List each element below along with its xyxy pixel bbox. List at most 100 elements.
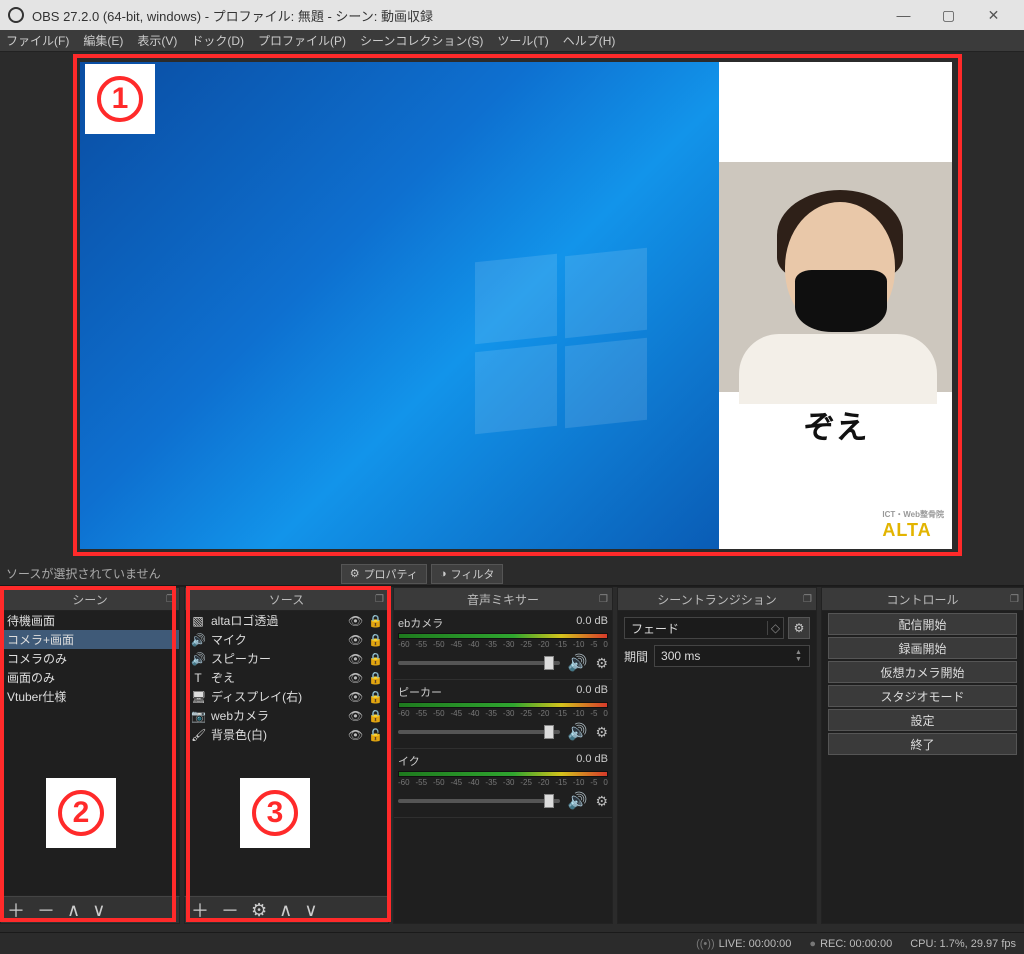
source-item[interactable]: 🔊スピーカー👁🔒	[185, 649, 388, 668]
menu-file[interactable]: ファイル(F)	[6, 32, 69, 49]
menu-profile[interactable]: プロファイル(P)	[258, 32, 346, 49]
speaker-icon[interactable]: 🔊	[568, 791, 588, 811]
controls-dock: コントロール❐ 配信開始 録画開始 仮想カメラ開始 スタジオモード 設定 終了	[821, 587, 1024, 924]
transition-settings-button[interactable]: ⚙	[788, 617, 810, 639]
controls-dock-title[interactable]: コントロール❐	[821, 587, 1024, 611]
popout-icon[interactable]: ❐	[803, 594, 812, 605]
sources-list[interactable]: ▧altaロゴ透過👁🔒🔊マイク👁🔒🔊スピーカー👁🔒Tぞえ👁🔒🖥ディスプレイ(右)…	[184, 611, 389, 896]
menu-view[interactable]: 表示(V)	[137, 32, 177, 49]
source-item[interactable]: 🖌背景色(白)👁🔓	[185, 725, 388, 744]
popout-icon[interactable]: ❐	[599, 594, 608, 605]
source-item[interactable]: ▧altaロゴ透過👁🔒	[185, 611, 388, 630]
windows-logo-icon	[475, 252, 655, 432]
window-maximize-button[interactable]: ▢	[926, 0, 971, 30]
mixer-meter	[398, 771, 608, 777]
audio-mixer-dock: 音声ミキサー❐ ebカメラ0.0 dB-60-55-50-45-40-35-30…	[393, 587, 613, 924]
start-streaming-button[interactable]: 配信開始	[828, 613, 1017, 635]
scenes-dock-title[interactable]: シーン❐	[0, 587, 180, 611]
visibility-toggle-icon[interactable]: 👁	[348, 671, 362, 685]
mixer-settings-button[interactable]: ⚙	[595, 793, 608, 810]
visibility-toggle-icon[interactable]: 👁	[348, 633, 362, 647]
visibility-toggle-icon[interactable]: 👁	[348, 728, 362, 742]
scenes-list[interactable]: 待機画面コメラ+画面コメラのみ画面のみVtuber仕様	[0, 611, 180, 896]
lock-toggle-icon[interactable]: 🔓	[368, 728, 382, 742]
visibility-toggle-icon[interactable]: 👁	[348, 690, 362, 704]
exit-button[interactable]: 終了	[828, 733, 1017, 755]
source-settings-button[interactable]: ⚙	[251, 900, 267, 921]
source-down-button[interactable]: ∨	[304, 900, 317, 921]
popout-icon[interactable]: ❐	[166, 594, 175, 605]
visibility-toggle-icon[interactable]: 👁	[348, 652, 362, 666]
popout-icon[interactable]: ❐	[1010, 594, 1019, 605]
status-cpu: CPU: 1.7%, 29.97 fps	[910, 938, 1016, 950]
mixer-channel-level: 0.0 dB	[576, 615, 608, 631]
source-item[interactable]: Tぞえ👁🔒	[185, 668, 388, 687]
window-close-button[interactable]: ✕	[971, 0, 1016, 30]
scene-down-button[interactable]: ∨	[92, 900, 105, 921]
sources-toolbar: ＋ － ⚙ ∧ ∨	[184, 896, 389, 924]
transitions-dock-title[interactable]: シーントランジション❐	[617, 587, 817, 611]
source-up-button[interactable]: ∧	[279, 900, 292, 921]
scene-item[interactable]: 待機画面	[1, 611, 179, 630]
remove-scene-button[interactable]: －	[37, 897, 55, 923]
menu-help[interactable]: ヘルプ(H)	[563, 32, 616, 49]
menu-scene-collection[interactable]: シーンコレクション(S)	[360, 32, 483, 49]
popout-icon[interactable]: ❐	[375, 594, 384, 605]
source-label: webカメラ	[211, 707, 342, 724]
lock-toggle-icon[interactable]: 🔒	[368, 690, 382, 704]
add-source-button[interactable]: ＋	[191, 897, 209, 923]
preview-logo: ICT・Web整骨院 ALTA	[882, 509, 944, 541]
scene-item[interactable]: コメラのみ	[1, 649, 179, 668]
mixer-volume-slider[interactable]	[398, 730, 560, 734]
transition-select[interactable]: フェード◇	[624, 617, 784, 639]
chevron-updown-icon: ◇	[767, 621, 783, 635]
visibility-toggle-icon[interactable]: 👁	[348, 614, 362, 628]
preview-webcam-image	[719, 162, 952, 392]
properties-button[interactable]: ⚙プロパティ	[341, 564, 427, 584]
preview-canvas[interactable]: ぞえ ICT・Web整骨院 ALTA	[80, 62, 952, 549]
no-source-selected-label: ソースが選択されていません	[6, 565, 161, 582]
sources-dock-title[interactable]: ソース❐	[184, 587, 389, 611]
scene-item[interactable]: コメラ+画面	[1, 630, 179, 649]
source-type-icon: 🖌	[191, 728, 205, 742]
visibility-toggle-icon[interactable]: 👁	[348, 709, 362, 723]
preview-name-text: ぞえ	[719, 402, 952, 448]
speaker-icon[interactable]: 🔊	[568, 722, 588, 742]
studio-mode-button[interactable]: スタジオモード	[828, 685, 1017, 707]
source-toolbar: ソースが選択されていません ⚙プロパティ ◑フィルタ	[0, 562, 1024, 586]
settings-button[interactable]: 設定	[828, 709, 1017, 731]
lock-toggle-icon[interactable]: 🔒	[368, 633, 382, 647]
scene-up-button[interactable]: ∧	[67, 900, 80, 921]
add-scene-button[interactable]: ＋	[7, 897, 25, 923]
mixer-settings-button[interactable]: ⚙	[595, 724, 608, 741]
source-item[interactable]: 📷webカメラ👁🔒	[185, 706, 388, 725]
mixer-dock-title[interactable]: 音声ミキサー❐	[393, 587, 613, 611]
menu-edit[interactable]: 編集(E)	[83, 32, 123, 49]
annotation-badge-2: 2	[46, 778, 116, 848]
source-item[interactable]: 🔊マイク👁🔒	[185, 630, 388, 649]
menu-dock[interactable]: ドック(D)	[191, 32, 244, 49]
scene-item[interactable]: Vtuber仕様	[1, 687, 179, 706]
lock-toggle-icon[interactable]: 🔒	[368, 709, 382, 723]
menu-tools[interactable]: ツール(T)	[497, 32, 548, 49]
sources-dock: ソース❐ ▧altaロゴ透過👁🔒🔊マイク👁🔒🔊スピーカー👁🔒Tぞえ👁🔒🖥ディスプ…	[184, 587, 389, 924]
mixer-channel-level: 0.0 dB	[576, 684, 608, 700]
preview-area[interactable]: ぞえ ICT・Web整骨院 ALTA 1	[0, 52, 1024, 562]
lock-toggle-icon[interactable]: 🔒	[368, 614, 382, 628]
mixer-volume-slider[interactable]	[398, 799, 560, 803]
mixer-volume-slider[interactable]	[398, 661, 560, 665]
mixer-list: ebカメラ0.0 dB-60-55-50-45-40-35-30-25-20-1…	[393, 611, 613, 924]
filters-button[interactable]: ◑フィルタ	[431, 564, 503, 584]
scenes-toolbar: ＋ － ∧ ∨	[0, 896, 180, 924]
lock-toggle-icon[interactable]: 🔒	[368, 652, 382, 666]
scene-item[interactable]: 画面のみ	[1, 668, 179, 687]
lock-toggle-icon[interactable]: 🔒	[368, 671, 382, 685]
source-item[interactable]: 🖥ディスプレイ(右)👁🔒	[185, 687, 388, 706]
speaker-icon[interactable]: 🔊	[568, 653, 588, 673]
start-recording-button[interactable]: 録画開始	[828, 637, 1017, 659]
remove-source-button[interactable]: －	[221, 897, 239, 923]
mixer-settings-button[interactable]: ⚙	[595, 655, 608, 672]
start-virtual-camera-button[interactable]: 仮想カメラ開始	[828, 661, 1017, 683]
window-minimize-button[interactable]: —	[881, 0, 926, 30]
transition-duration-input[interactable]: 300 ms ▲▼	[654, 645, 810, 667]
